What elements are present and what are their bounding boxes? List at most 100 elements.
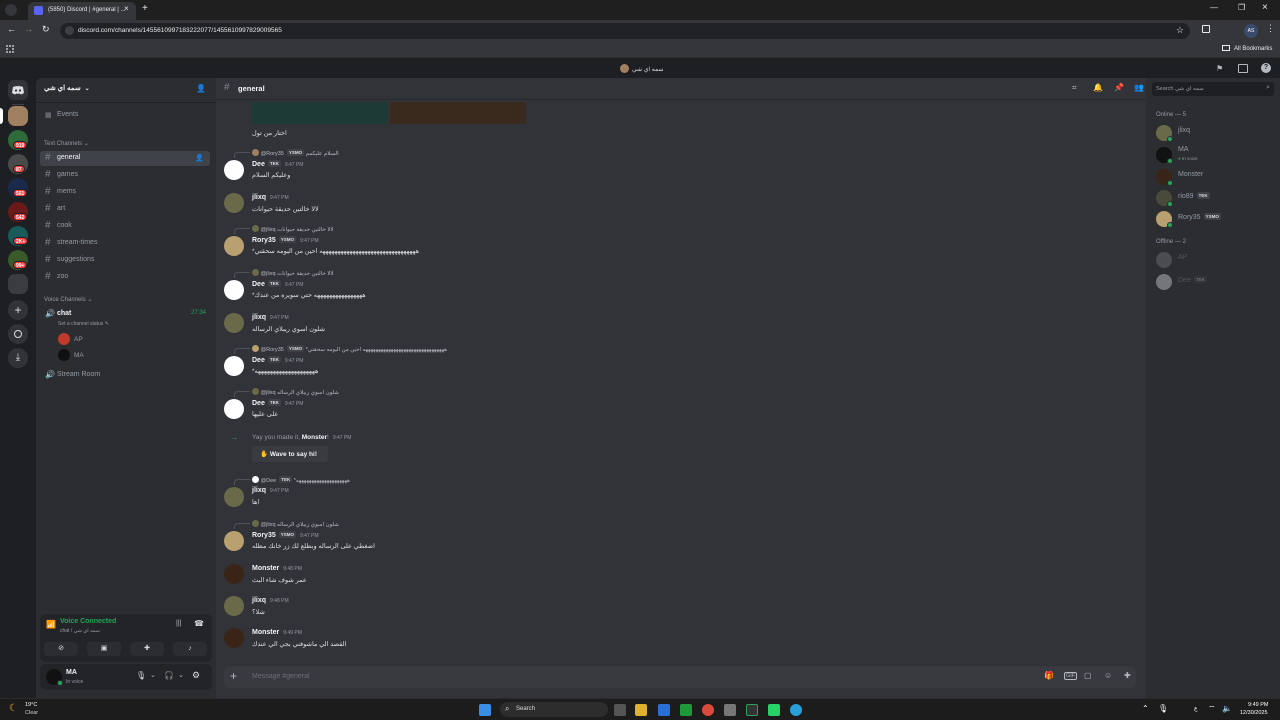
tray-mic-icon[interactable]: 🎙 [1158, 704, 1168, 713]
discover-icon[interactable] [8, 324, 28, 344]
tray-chevron-icon[interactable]: ⌃ [1142, 704, 1149, 713]
all-bookmarks-button[interactable]: All Bookmarks [1222, 45, 1272, 52]
channel-cook[interactable]: # cook [40, 219, 210, 234]
member-item[interactable]: MA ● In voice [1154, 145, 1274, 164]
site-info-icon[interactable] [65, 26, 74, 35]
file-explorer-icon[interactable] [635, 704, 647, 716]
reply-preview[interactable]: @jlixq لالا خالتين حديقة حيوانات [252, 269, 334, 277]
xbox-icon[interactable] [680, 704, 692, 716]
message-author[interactable]: Dee TEK 9:47 PM [252, 160, 303, 168]
message-author[interactable]: Dee TEK 9:47 PM [252, 399, 303, 407]
app-icon-6[interactable] [724, 704, 736, 716]
disconnect-icon[interactable]: ☎ [194, 619, 204, 628]
tab-close-icon[interactable]: × [124, 4, 129, 13]
start-windows-icon[interactable] [479, 704, 491, 716]
noise-suppression-icon[interactable]: ||| [176, 620, 181, 627]
avatar[interactable] [224, 193, 244, 213]
camera-off-button[interactable]: ⊘ [44, 642, 78, 656]
channel-zoo[interactable]: # zoo [40, 270, 210, 285]
reload-icon[interactable]: ↻ [42, 24, 50, 35]
avatar[interactable] [224, 531, 244, 551]
emoji-icon[interactable]: ☺ [1104, 671, 1112, 680]
tray-volume-icon[interactable]: 🔈 [1222, 704, 1232, 713]
voice-member-ma[interactable]: MA [58, 349, 198, 362]
avatar[interactable] [224, 356, 244, 376]
microphone-icon[interactable]: 🎙 [136, 671, 146, 680]
app-icon-7[interactable] [746, 704, 758, 716]
message-author[interactable]: Monster 9:49 PM [252, 629, 302, 636]
server-icon-current[interactable] [8, 106, 28, 126]
image-attachment-right[interactable] [390, 102, 526, 124]
profile-avatar[interactable]: AS [1244, 24, 1258, 38]
events-item[interactable]: ▦ Events [40, 108, 210, 123]
mic-options-chevron-icon[interactable]: ⌄ [150, 671, 156, 679]
avatar[interactable] [224, 280, 244, 300]
threads-icon[interactable]: ⌗ [1072, 83, 1077, 93]
text-channels-category[interactable]: Text Channels ⌄ [44, 140, 89, 147]
new-tab-button[interactable]: + [142, 3, 148, 14]
invite-people-icon[interactable]: 👤 [196, 84, 206, 93]
member-list-icon[interactable]: 👥 [1134, 83, 1144, 92]
add-attachment-icon[interactable]: + [230, 669, 237, 683]
voice-member-ap[interactable]: AP [58, 333, 198, 346]
reply-preview[interactable]: @Rory35 YSMO السلام عليكمم [252, 149, 339, 157]
member-item[interactable]: jlixq [1154, 123, 1274, 142]
discord-home-button[interactable] [8, 80, 28, 100]
member-item[interactable]: Rory35 YSMO [1154, 209, 1274, 228]
maximize-icon[interactable]: ❐ [1238, 3, 1245, 12]
window-inbox-icon[interactable] [1238, 64, 1248, 73]
server-header[interactable]: سمه اي شي ⌄ [44, 84, 208, 98]
extensions-icon[interactable] [1202, 25, 1210, 33]
tray-wifi-icon[interactable]: ⌔ [1208, 704, 1216, 714]
share-screen-button[interactable]: ▣ [87, 642, 121, 656]
channel-games[interactable]: # games [40, 168, 210, 183]
message-author[interactable]: Dee TEK 9:47 PM [252, 356, 303, 364]
notifications-bell-icon[interactable]: 🔔 [1093, 83, 1103, 92]
message-input[interactable]: Message #general [252, 673, 1032, 680]
set-channel-status[interactable]: Set a channel status ✎ [58, 321, 109, 327]
member-item[interactable]: rio89 TEK [1154, 188, 1274, 207]
browser-tab[interactable]: (5850) Discord | #general | ... [28, 2, 136, 20]
back-icon[interactable]: ← [7, 24, 16, 34]
forward-icon[interactable]: → [24, 24, 33, 34]
apps-grid-icon[interactable] [6, 45, 14, 53]
voice-channel-stream-room[interactable]: 🔊 Stream Room [40, 368, 210, 383]
download-icon[interactable]: ⤓ [8, 348, 28, 368]
channel-stream-times[interactable]: # stream-times [40, 236, 210, 251]
activities-button[interactable]: ✚ [130, 642, 164, 656]
message-author[interactable]: Dee TEK 9:47 PM [252, 280, 303, 288]
tab-search-button[interactable] [5, 4, 17, 16]
inbox-flag-icon[interactable]: ⚑ [1216, 64, 1223, 73]
avatar[interactable] [224, 236, 244, 256]
reply-preview[interactable]: @Dee TEK *ههههههههههههههههههههه [252, 476, 350, 484]
minimize-icon[interactable]: — [1210, 3, 1218, 12]
voice-channels-category[interactable]: Voice Channels ⌄ [44, 296, 92, 303]
headphones-icon[interactable]: 🎧 [164, 671, 174, 680]
message-author[interactable]: jlixq 9:47 PM [252, 194, 289, 201]
pinned-messages-icon[interactable]: 📌 [1114, 83, 1124, 92]
message-author[interactable]: jlixq 9:47 PM [252, 487, 289, 494]
soundboard-button[interactable]: ♪ [173, 642, 207, 656]
close-window-icon[interactable]: × [1262, 2, 1268, 13]
weather-icon[interactable]: ☾ [9, 703, 18, 714]
message-author[interactable]: Rory35 YSMO 9:47 PM [252, 236, 319, 244]
add-server-button[interactable]: + [8, 300, 28, 320]
create-invite-icon[interactable]: 👤 [195, 154, 204, 162]
telegram-icon[interactable] [790, 704, 802, 716]
chrome-menu-icon[interactable]: ⋮ [1266, 23, 1275, 34]
avatar[interactable] [224, 628, 244, 648]
reply-preview[interactable]: @jlixq لالا خالتين حديقة حيوانات [252, 225, 334, 233]
voice-channel-chat[interactable]: 🔊 chat 27:34 [40, 307, 210, 322]
url-input[interactable]: discord.com/channels/1455610997183222077… [60, 23, 1190, 39]
server-folder-icon[interactable] [8, 274, 28, 294]
avatar[interactable] [224, 564, 244, 584]
channel-art[interactable]: # art [40, 202, 210, 217]
member-item-offline[interactable]: Dee TEK [1154, 272, 1274, 290]
member-item[interactable]: Monster [1154, 167, 1274, 186]
channel-mems[interactable]: # mems [40, 185, 210, 200]
task-view-icon[interactable] [614, 704, 626, 716]
message-author[interactable]: Monster 9:48 PM [252, 565, 302, 572]
help-icon[interactable]: ? [1261, 63, 1271, 73]
reply-preview[interactable]: @jlixq شلون اسوي ريبلاي الرساله [252, 520, 339, 528]
image-attachment-left[interactable] [252, 102, 388, 124]
